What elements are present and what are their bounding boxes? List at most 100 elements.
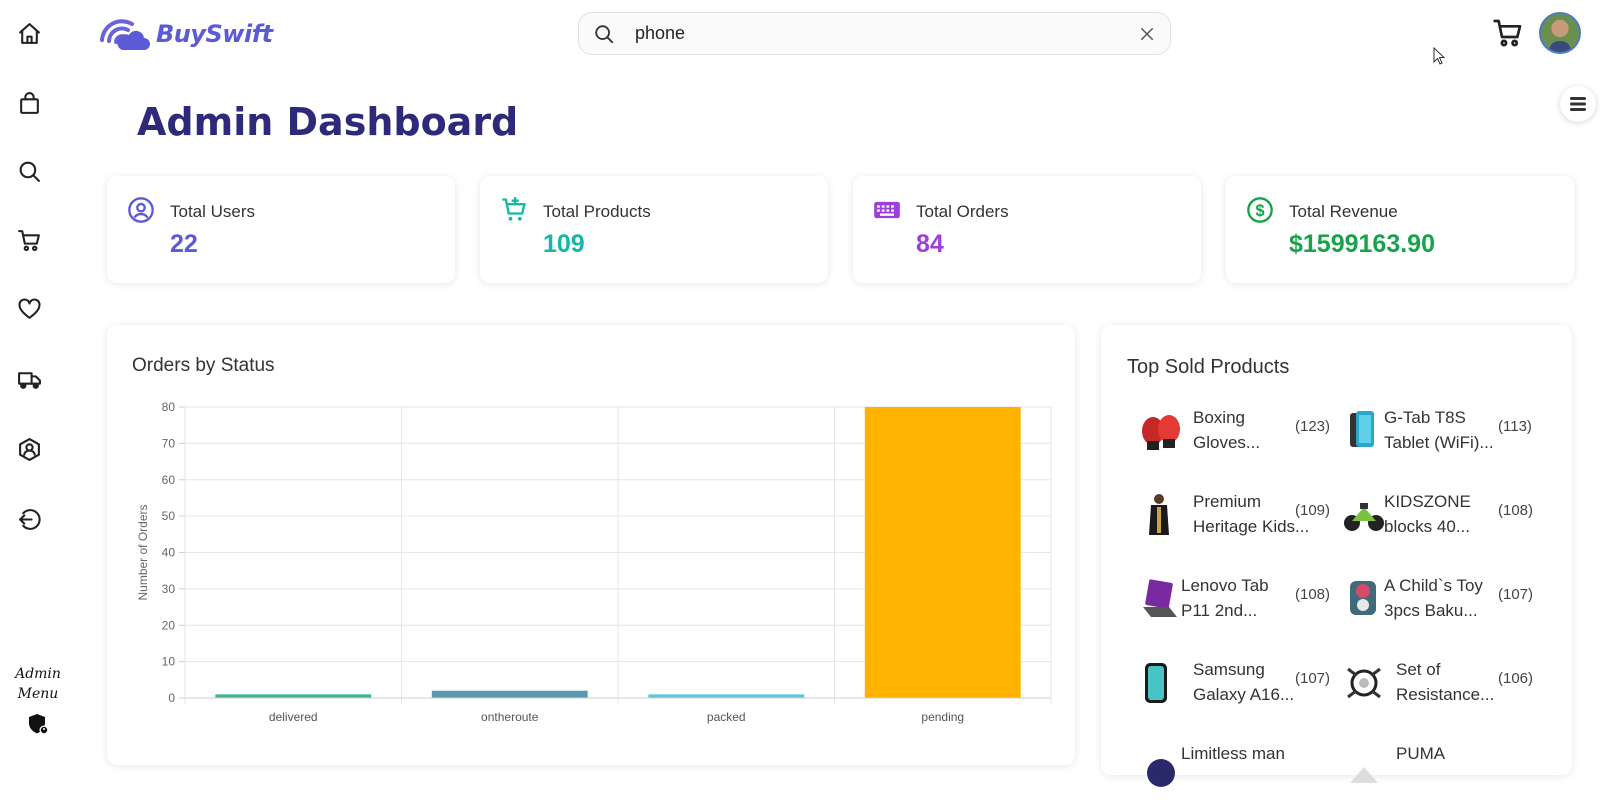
product-thumbnail — [1342, 575, 1386, 621]
stat-card-products: Total Products 109 — [480, 176, 828, 283]
panel-title: Top Sold Products — [1127, 356, 1290, 378]
x-tick-label: delivered — [269, 710, 318, 724]
x-tick-label: ontheroute — [481, 710, 539, 724]
product-thumbnail — [1139, 407, 1183, 453]
product-name-line2: Tablet (WiFi)... — [1384, 433, 1494, 452]
orders-by-status-panel: Orders by Status 0 10 20 30 40 50 60 70 80 delive… — [107, 325, 1075, 765]
y-tick-label: 50 — [162, 509, 176, 523]
hamburger-icon — [1570, 97, 1586, 111]
search-icon — [595, 24, 614, 43]
page-title: Admin Dashboard — [137, 100, 519, 144]
brand-name: BuySwift — [156, 20, 273, 48]
home-icon[interactable] — [14, 18, 44, 48]
product-item[interactable]: G-Tab T8S Tablet (WiFi)... (113) — [1342, 397, 1542, 469]
y-tick-label: 70 — [162, 436, 176, 450]
cloud-wifi-logo-icon — [100, 19, 150, 50]
product-item[interactable]: Boxing Gloves... (123) — [1139, 397, 1339, 469]
search-icon[interactable] — [14, 156, 44, 186]
admin-menu-line2: Menu — [17, 686, 59, 702]
stat-value: 109 — [543, 230, 585, 258]
product-thumbnail — [1342, 743, 1386, 789]
shopping-bag-icon[interactable] — [14, 88, 44, 118]
y-tick-label: 10 — [162, 655, 176, 669]
product-thumbnail — [1139, 743, 1183, 789]
orders-bar-chart: 0 10 20 30 40 50 60 70 80 delivered ontheroute pack… — [136, 400, 1052, 724]
x-tick-label: pending — [921, 710, 964, 724]
product-item[interactable]: KIDSZONE blocks 40... (108) — [1342, 481, 1542, 553]
admin-shield-icon[interactable] — [26, 712, 50, 736]
product-item[interactable]: A Child`s Toy 3pcs Baku... (107) — [1342, 565, 1542, 637]
product-sold-count: (106) — [1498, 670, 1534, 687]
product-thumbnail — [1139, 491, 1183, 537]
y-axis-label: Number of Orders — [136, 504, 150, 600]
product-item[interactable]: Premium Heritage Kids... (109) — [1139, 481, 1339, 553]
y-tick-label: 30 — [162, 582, 176, 596]
stat-value: $1599163.90 — [1289, 230, 1435, 258]
product-sold-count: (107) — [1498, 586, 1534, 603]
product-name: Lenovo Tab P11 2nd... — [1181, 573, 1301, 623]
mouse-cursor-icon — [1433, 47, 1446, 65]
y-tick-label: 80 — [162, 400, 176, 414]
product-thumbnail — [1139, 575, 1183, 621]
product-item[interactable]: Limitless man — [1139, 733, 1339, 805]
stat-card-users: Total Users 22 — [107, 176, 455, 283]
product-item[interactable]: Lenovo Tab P11 2nd... (108) — [1139, 565, 1339, 637]
bar-packed — [648, 694, 805, 698]
admin-menu-label[interactable]: Admin Menu — [8, 664, 68, 704]
clear-search-icon[interactable] — [1138, 25, 1156, 43]
heart-icon[interactable] — [14, 294, 44, 324]
product-item[interactable]: PUMA — [1342, 733, 1542, 805]
cart-icon[interactable] — [1492, 17, 1524, 49]
top-sold-products-panel: Top Sold Products Boxing Gloves... (123) G-… — [1101, 325, 1572, 787]
y-tick-label: 20 — [162, 618, 176, 632]
product-name: KIDSZONE blocks 40... — [1384, 489, 1504, 539]
product-name-line1: KIDSZONE — [1384, 492, 1471, 511]
x-tick-label: packed — [707, 710, 746, 724]
bar-ontheroute — [431, 690, 588, 698]
product-name-line1: A Child`s Toy — [1384, 576, 1483, 595]
user-circle-icon — [128, 197, 154, 223]
y-tick-label: 0 — [168, 691, 175, 705]
product-item[interactable]: Samsung Galaxy A16... (107) — [1139, 649, 1339, 721]
brand-logo[interactable]: BuySwift — [98, 16, 273, 52]
admin-menu-line1: Admin — [15, 666, 61, 682]
truck-icon[interactable] — [14, 364, 44, 394]
product-sold-count: (107) — [1295, 670, 1331, 687]
search-bar — [578, 12, 1171, 55]
stat-card-revenue: $ Total Revenue $1599163.90 — [1226, 176, 1574, 283]
stat-value: 84 — [916, 230, 944, 258]
product-name: A Child`s Toy 3pcs Baku... — [1384, 573, 1504, 623]
product-item[interactable]: Set of Resistance... (106) — [1342, 649, 1542, 721]
product-sold-count: (108) — [1498, 502, 1534, 519]
y-tick-label: 60 — [162, 473, 176, 487]
hamburger-menu-button[interactable] — [1560, 86, 1596, 122]
search-input[interactable] — [635, 23, 1115, 44]
product-thumbnail — [1342, 491, 1386, 537]
cart-icon[interactable] — [14, 225, 44, 255]
logout-icon[interactable] — [14, 504, 44, 534]
cart-plus-icon — [502, 197, 526, 221]
avatar[interactable] — [1539, 12, 1581, 54]
product-sold-count: (109) — [1295, 502, 1331, 519]
product-thumbnail — [1139, 659, 1183, 705]
product-sold-count: (123) — [1295, 418, 1331, 435]
product-name: Limitless man — [1181, 741, 1301, 766]
product-name-line2: blocks 40... — [1384, 517, 1470, 536]
sidebar: Admin Menu — [0, 0, 61, 767]
product-name-line1: PUMA — [1396, 744, 1446, 763]
product-name: PUMA — [1396, 741, 1516, 766]
dollar-circle-icon: $ — [1247, 197, 1273, 223]
y-tick-label: 40 — [162, 546, 176, 560]
svg-text:$: $ — [1255, 202, 1264, 220]
stat-label: Total Users — [170, 202, 256, 221]
stat-card-orders: Total Orders 84 — [853, 176, 1201, 283]
product-thumbnail — [1342, 407, 1386, 453]
product-name-line1: G-Tab T8S — [1384, 408, 1466, 427]
product-name-line1: Limitless man — [1181, 744, 1285, 763]
stat-label: Total Products — [543, 202, 651, 221]
stat-label: Total Orders — [916, 202, 1009, 221]
stat-label: Total Revenue — [1289, 202, 1398, 221]
bar-delivered — [215, 694, 372, 698]
stat-value: 22 — [170, 230, 198, 258]
user-shield-icon[interactable] — [14, 434, 44, 464]
